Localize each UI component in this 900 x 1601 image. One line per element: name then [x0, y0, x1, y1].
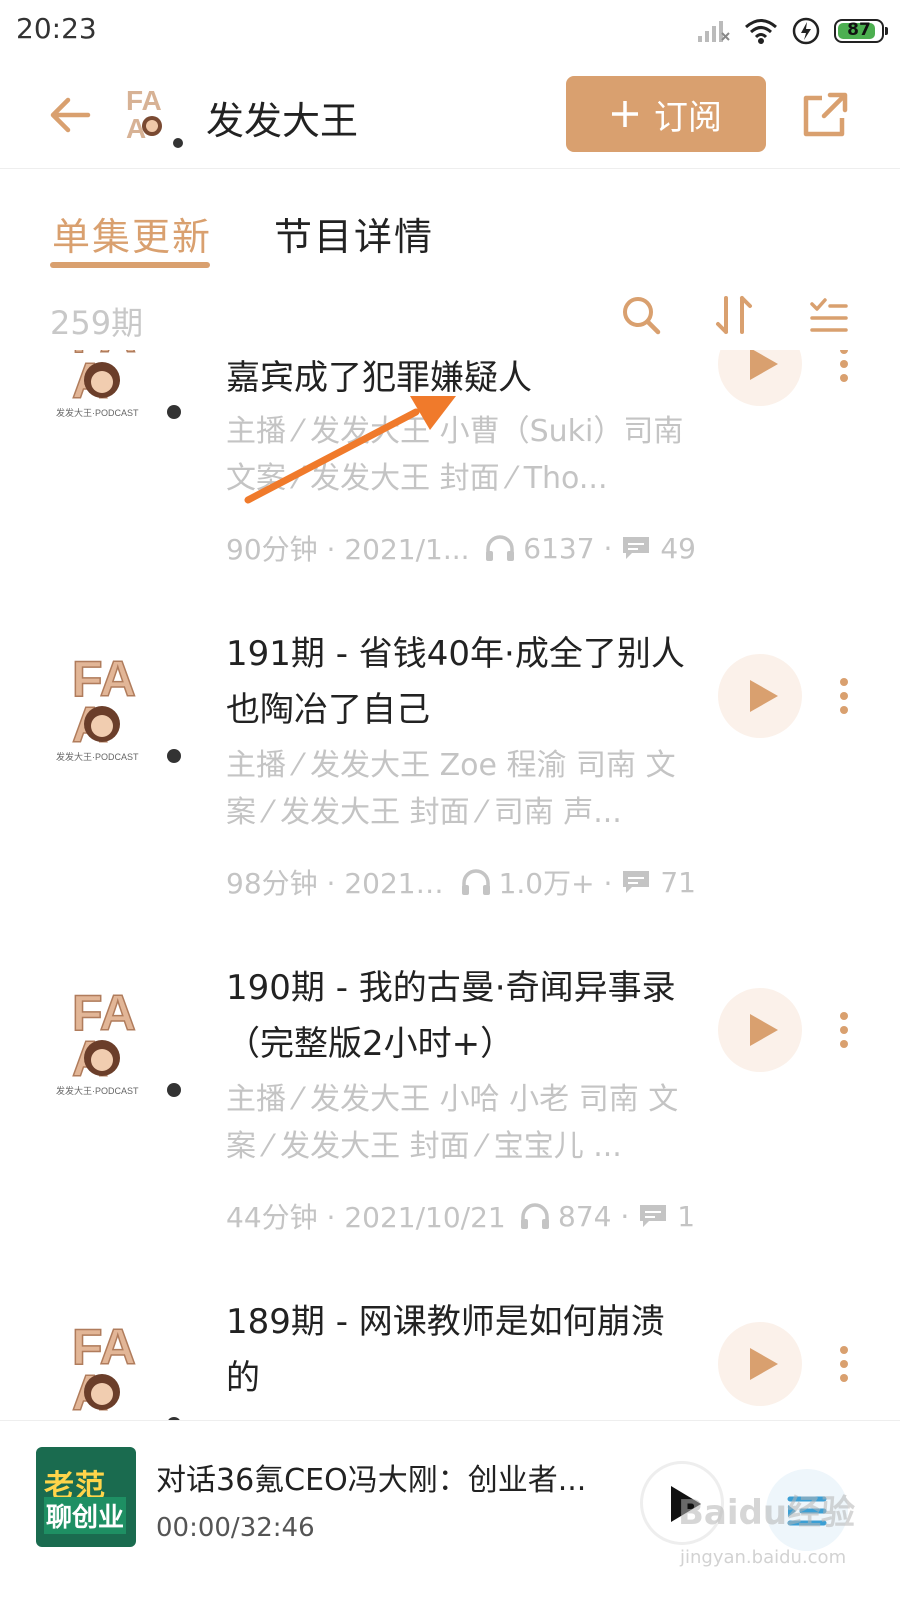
tab-program-details[interactable]: 节目详情: [274, 206, 434, 261]
headphones-icon: [486, 535, 515, 561]
episode-hosts: 主播 ⁄ 发发大王 小曹（Suki）司南 文案 ⁄ 发发大王 封面 ⁄ Tho.…: [226, 414, 684, 496]
episode-title: 191期 - 省钱40年·成全了别人也陶冶了自己: [226, 634, 685, 730]
status-bar: 20:23 87: [0, 0, 900, 62]
subscribe-label: 订阅: [654, 97, 722, 138]
sort-icon[interactable]: [712, 292, 758, 338]
search-icon[interactable]: [618, 292, 664, 338]
episode-meta: 98分钟 · 2021/... 1.0万+ · 71: [226, 862, 696, 902]
svg-text:发发大王·PODCAST: 发发大王·PODCAST: [56, 407, 139, 418]
now-playing-title: 对话36氪CEO冯大刚：创业者...: [156, 1463, 587, 1498]
episode-plays: 1.0万+ ·: [498, 867, 613, 900]
baidu-watermark: Baidu经验: [678, 1493, 856, 1533]
episode-hosts: 主播 ⁄ 发发大王 Zoe 程渝 司南 文案 ⁄ 发发大王 封面 ⁄ 司南 声.…: [226, 748, 676, 830]
episode-title: 189期 - 网课教师是如何崩溃的: [226, 1302, 665, 1398]
status-icons: 87: [696, 14, 888, 48]
batch-select-icon[interactable]: [806, 292, 852, 338]
episode-thumbnail: FA A 发发大王·PODCAST: [56, 650, 181, 763]
headphones-icon: [461, 869, 490, 895]
more-options-icon[interactable]: [838, 676, 850, 716]
podcast-title: 发发大王: [206, 99, 359, 143]
battery-icon: 87: [834, 19, 888, 43]
episode-plays: 874 ·: [558, 1199, 630, 1233]
episode-thumbnail: FA A 发发大王·PODCAST: [56, 350, 181, 419]
episode-meta: 90分钟 · 2021/1... 6137 · 49: [226, 528, 696, 568]
episode-plays: 6137 ·: [523, 531, 613, 565]
share-icon[interactable]: [800, 90, 850, 140]
episode-duration-date: 44分钟 · 2021/10/21: [226, 1201, 506, 1234]
episode-thumbnail: FA A 发发大王·PODCAST: [56, 984, 181, 1097]
episode-title: 190期 - 我的古曼·奇闻异事录（完整版2小时+）: [226, 968, 676, 1064]
now-playing-time: 00:00/32:46: [156, 1513, 315, 1543]
plus-icon: [612, 101, 638, 127]
header: FA A 发发大王 订阅: [0, 62, 900, 169]
charging-icon: [792, 17, 820, 45]
play-button[interactable]: [718, 1322, 802, 1406]
svg-text:发发大王·PODCAST: 发发大王·PODCAST: [56, 751, 139, 762]
play-button[interactable]: [718, 350, 802, 406]
episode-list: FA A 发发大王·PODCAST 嘉宾成了犯罪嫌疑人 主播 ⁄ 发发大王 小曹…: [0, 350, 900, 1420]
play-icon: [750, 1348, 778, 1380]
more-options-icon[interactable]: [838, 1344, 850, 1384]
episode-count: 259期: [50, 304, 144, 342]
episode-duration-date: 98分钟 · 2021/...: [226, 867, 447, 900]
headphones-icon: [521, 1203, 549, 1229]
play-button[interactable]: [718, 988, 802, 1072]
episode-duration-date: 90分钟 · 2021/1...: [226, 533, 470, 566]
status-time: 20:23: [16, 12, 97, 45]
signal-icon: [698, 21, 730, 42]
cover-title-line2: 聊创业: [44, 1497, 127, 1534]
tab-episode-updates[interactable]: 单集更新: [52, 206, 212, 261]
episode-comments: 71: [660, 865, 696, 899]
episode-thumbnail: FA A 发发大王·PODCAST: [56, 1318, 180, 1420]
episode-comments: 1: [677, 1199, 696, 1233]
play-icon: [750, 680, 778, 712]
episode-title: 嘉宾成了犯罪嫌疑人: [226, 358, 532, 398]
baidu-watermark-url: jingyan.baidu.com: [680, 1547, 847, 1568]
svg-text:FA: FA: [126, 85, 162, 116]
more-options-icon[interactable]: [838, 350, 850, 384]
comment-icon: [623, 537, 650, 559]
episode-meta: 44分钟 · 2021/10/21 874 · 1: [226, 1196, 696, 1236]
back-arrow-icon[interactable]: [44, 90, 94, 140]
comment-icon: [640, 1205, 667, 1227]
mini-player[interactable]: 老范 聊创业 对话36氪CEO冯大刚：创业者... 00:00/32:46 Ba…: [0, 1420, 900, 1601]
subscribe-button[interactable]: 订阅: [566, 76, 766, 152]
episode-hosts: 主播 ⁄ 发发大王 小哈 小老 司南 文案 ⁄ 发发大王 封面 ⁄ 宝宝儿 ..…: [226, 1082, 679, 1164]
svg-text:发发大王·PODCAST: 发发大王·PODCAST: [56, 1085, 139, 1096]
wifi-icon: [745, 19, 777, 44]
play-button[interactable]: [718, 654, 802, 738]
comment-icon: [623, 871, 650, 893]
play-icon: [750, 1014, 778, 1046]
episode-comments: 49: [660, 531, 696, 565]
active-tab-indicator: [50, 262, 210, 268]
podcast-logo: FA A: [126, 85, 183, 148]
now-playing-cover: 老范 聊创业: [36, 1447, 136, 1547]
more-options-icon[interactable]: [838, 1010, 850, 1050]
play-icon: [750, 350, 778, 380]
